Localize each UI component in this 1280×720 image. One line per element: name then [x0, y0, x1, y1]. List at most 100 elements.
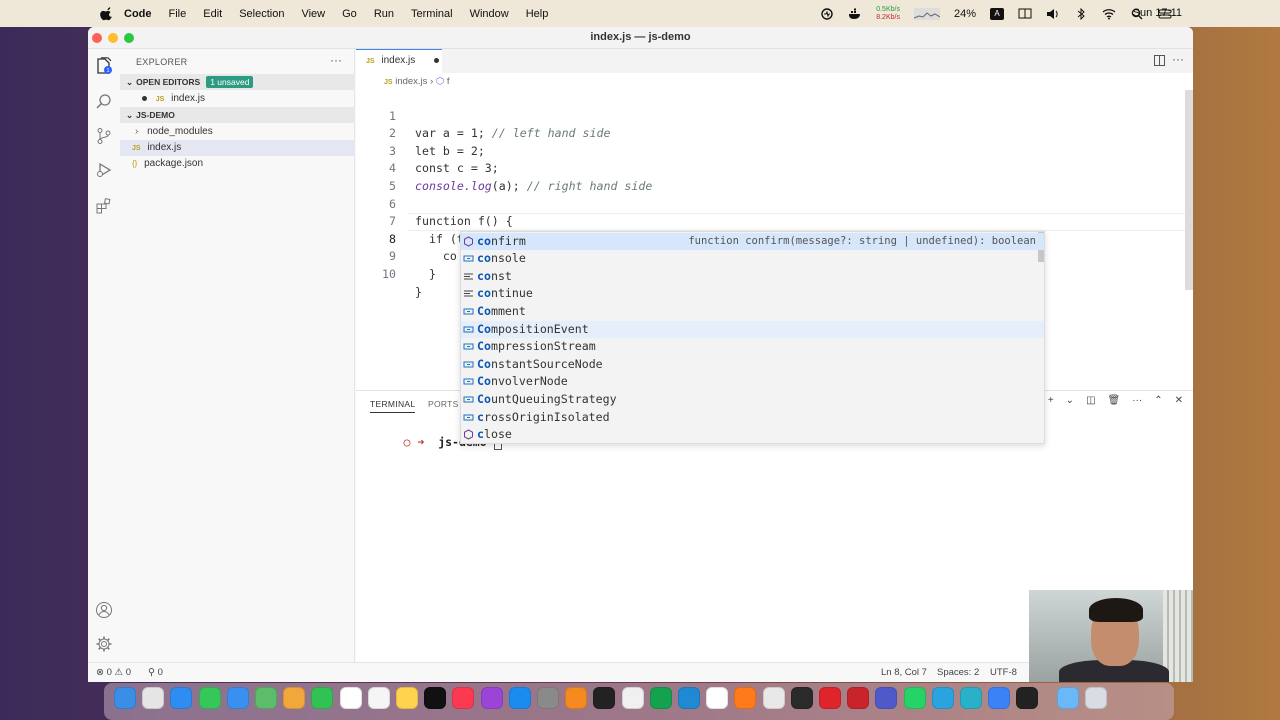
search-icon[interactable] — [95, 93, 113, 111]
plus-icon[interactable]: + — [1048, 395, 1054, 406]
maps-icon[interactable] — [255, 687, 277, 709]
explorer-icon[interactable]: 1 — [95, 57, 113, 75]
extensions-icon[interactable] — [95, 197, 113, 215]
menu-view[interactable]: View — [301, 8, 325, 20]
suggest-item[interactable]: CompressionStream — [461, 338, 1044, 356]
safari-icon[interactable] — [170, 687, 193, 709]
suggest-item[interactable]: close — [461, 426, 1044, 444]
edge-icon[interactable] — [960, 687, 982, 709]
suggest-item[interactable]: crossOriginIsolated — [461, 409, 1044, 427]
obs-icon[interactable] — [790, 687, 813, 709]
messages-icon[interactable] — [198, 687, 221, 709]
indentation[interactable]: Spaces: 2 — [937, 663, 979, 682]
podcasts-icon[interactable] — [480, 687, 503, 709]
encoding[interactable]: UTF-8 — [990, 663, 1017, 682]
split-editor-icon[interactable] — [1154, 55, 1165, 66]
display-icon[interactable] — [1018, 8, 1032, 20]
trash-icon[interactable] — [1084, 687, 1107, 709]
photos-icon[interactable] — [283, 687, 306, 709]
opera-icon[interactable] — [819, 687, 841, 709]
ports-status[interactable]: ⚲ 0 — [148, 663, 163, 682]
chevron-up-icon[interactable]: ⌃ — [1154, 395, 1162, 406]
volume-icon[interactable] — [1046, 8, 1060, 20]
suggest-item[interactable]: CompositionEvent — [461, 320, 1044, 339]
teams-icon[interactable] — [875, 687, 898, 709]
run-debug-icon[interactable] — [95, 161, 113, 179]
menu-help[interactable]: Help — [526, 8, 549, 20]
unsaved-dot-icon[interactable] — [434, 57, 440, 63]
menu-window[interactable]: Window — [470, 8, 509, 20]
tab-terminal[interactable]: TERMINAL — [370, 399, 416, 413]
explorer-more-actions-icon[interactable]: ··· — [330, 53, 342, 67]
wifi-icon[interactable] — [1102, 8, 1116, 20]
breadcrumb-file[interactable]: index.js — [395, 76, 427, 87]
system-settings-icon[interactable] — [537, 687, 559, 709]
editor-more-actions-icon[interactable]: ··· — [1172, 52, 1184, 66]
input-source-indicator[interactable]: A — [990, 7, 1004, 20]
whatsapp-icon[interactable] — [903, 687, 926, 709]
settings-gear-icon[interactable] — [95, 635, 113, 653]
suggest-item[interactable]: continue — [461, 285, 1044, 303]
trash-icon[interactable]: 🗑 — [1108, 395, 1121, 406]
suggest-item[interactable]: confirm function confirm(message?: string… — [461, 232, 1044, 251]
menu-selection[interactable]: Selection — [239, 8, 284, 20]
suggest-item[interactable]: const — [461, 268, 1044, 286]
tab-ports[interactable]: PORTS — [428, 399, 459, 409]
app-store-icon[interactable] — [508, 687, 531, 709]
breadcrumb-symbol[interactable]: f — [447, 76, 450, 87]
cursor-position[interactable]: Ln 8, Col 7 — [881, 663, 927, 682]
mail-icon[interactable] — [226, 687, 249, 709]
source-control-icon[interactable] — [95, 127, 113, 145]
simulator-icon[interactable] — [988, 687, 1011, 709]
facetime-icon[interactable] — [311, 687, 334, 709]
firefox-icon[interactable] — [734, 687, 757, 709]
problems-status[interactable]: ⊗ 0 ⚠ 0 — [96, 663, 131, 682]
cpu-graph-icon[interactable] — [913, 7, 940, 20]
tree-item-package-json[interactable]: {} package.json — [120, 156, 355, 172]
menubar-clock[interactable]: Sun 17:11 — [1133, 0, 1182, 27]
suggest-item[interactable]: CountQueuingStrategy — [461, 391, 1044, 409]
menu-run[interactable]: Run — [374, 8, 394, 20]
tv-icon[interactable] — [424, 687, 447, 709]
menu-terminal[interactable]: Terminal — [411, 8, 453, 20]
tableplus-icon[interactable] — [621, 687, 644, 709]
close-icon[interactable]: ✕ — [1175, 395, 1183, 406]
docker-icon[interactable] — [848, 8, 862, 20]
project-section[interactable]: ⌄ JS-DEMO — [120, 107, 355, 123]
editor-scrollbar[interactable] — [1185, 90, 1193, 290]
music-icon[interactable] — [452, 687, 475, 709]
finder-icon[interactable] — [114, 687, 136, 709]
menu-edit[interactable]: Edit — [203, 8, 222, 20]
suggest-item[interactable]: console — [461, 250, 1044, 268]
open-editors-section[interactable]: ⌄ OPEN EDITORS 1 unsaved — [120, 74, 355, 90]
tab-index-js[interactable]: JS index.js — [356, 49, 442, 73]
apple-icon[interactable] — [100, 6, 114, 21]
suggest-item[interactable]: Comment — [461, 303, 1044, 321]
launchpad-icon[interactable] — [142, 687, 165, 709]
slack-icon[interactable] — [706, 687, 729, 709]
suggest-item[interactable]: ConvolverNode — [461, 373, 1044, 391]
folder-icon[interactable] — [1056, 687, 1079, 709]
chrome-icon[interactable] — [762, 687, 785, 709]
battery-percent[interactable]: 24% — [954, 8, 976, 20]
split-terminal-icon[interactable]: ◫ — [1086, 395, 1095, 406]
menu-app-name[interactable]: Code — [124, 8, 152, 20]
menu-go[interactable]: Go — [342, 8, 357, 20]
books-icon[interactable] — [565, 687, 588, 709]
telegram-icon[interactable] — [931, 687, 954, 709]
tree-item-index-js[interactable]: JS index.js — [120, 140, 355, 156]
menu-file[interactable]: File — [169, 8, 187, 20]
terminal-icon[interactable] — [593, 687, 616, 709]
suggest-item[interactable]: ConstantSourceNode — [461, 356, 1044, 374]
notes-icon[interactable] — [396, 687, 418, 709]
calendar-icon[interactable] — [339, 687, 362, 709]
activity-monitor-icon[interactable] — [820, 7, 834, 20]
reminders-icon[interactable] — [367, 687, 390, 709]
mongodb-compass-icon[interactable] — [649, 687, 672, 709]
tree-item-node-modules[interactable]: › node_modules — [120, 124, 355, 140]
bluetooth-icon[interactable] — [1074, 7, 1088, 20]
open-editor-item[interactable]: JS index.js — [120, 91, 355, 107]
chevron-down-icon[interactable]: ⌄ — [1066, 395, 1074, 406]
unsaved-dot-icon[interactable] — [142, 95, 147, 101]
more-icon[interactable]: ··· — [1132, 395, 1142, 406]
